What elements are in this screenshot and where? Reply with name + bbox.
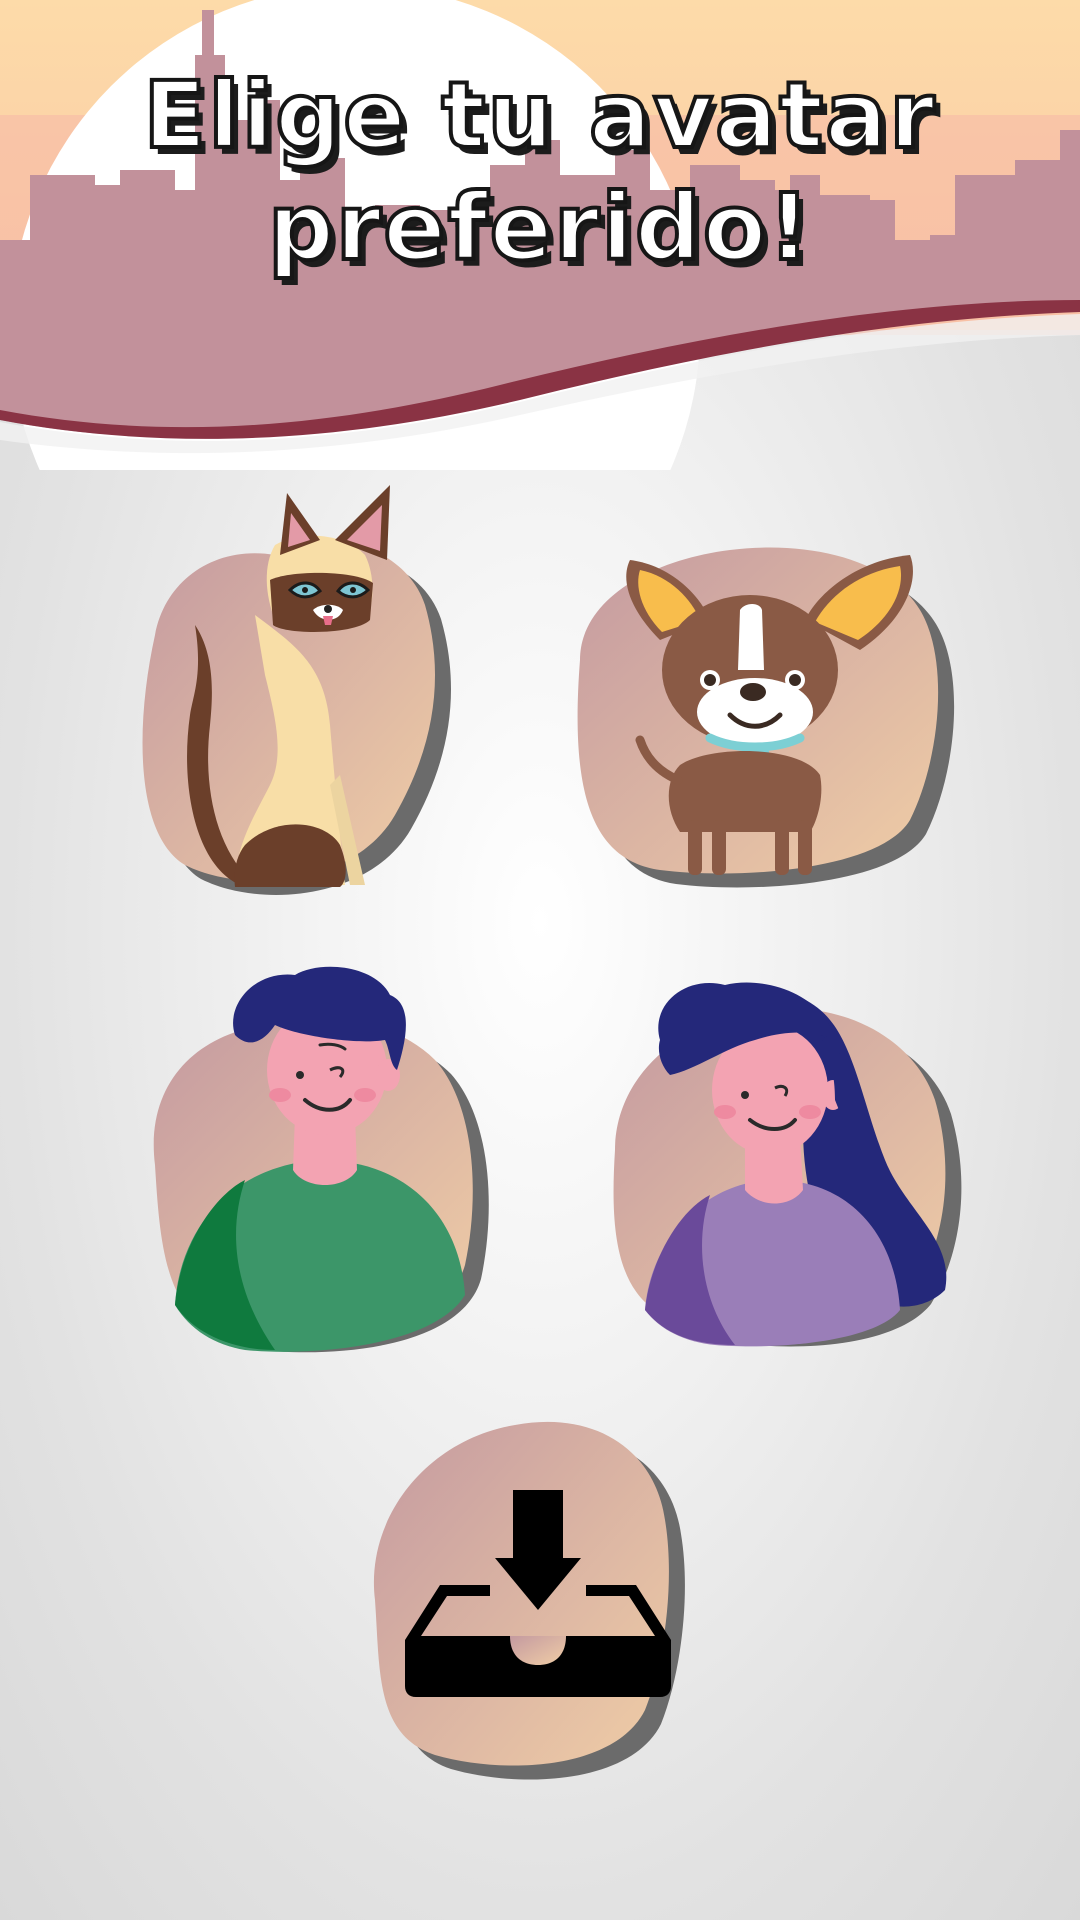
chihuahua-dog-icon [577, 547, 955, 888]
avatar-option-cat[interactable]: Gato [125, 485, 475, 905]
siamese-cat-icon [142, 485, 451, 895]
download-tray-icon [373, 1421, 685, 1780]
header-banner: Elige tu avatar preferido! [0, 0, 1080, 470]
avatar-option-girl[interactable]: Chica [595, 980, 965, 1350]
page-title: Elige tu avatar preferido! [141, 60, 937, 283]
avatar-select-screen: Elige tu avatar preferido! [0, 0, 1080, 1920]
download-button[interactable]: Descargar [355, 1410, 735, 1790]
avatar-option-boy[interactable]: Chico [135, 965, 495, 1365]
boy-avatar-icon [153, 966, 489, 1353]
avatar-option-dog[interactable]: Perro [560, 540, 980, 900]
girl-avatar-icon [613, 982, 962, 1347]
